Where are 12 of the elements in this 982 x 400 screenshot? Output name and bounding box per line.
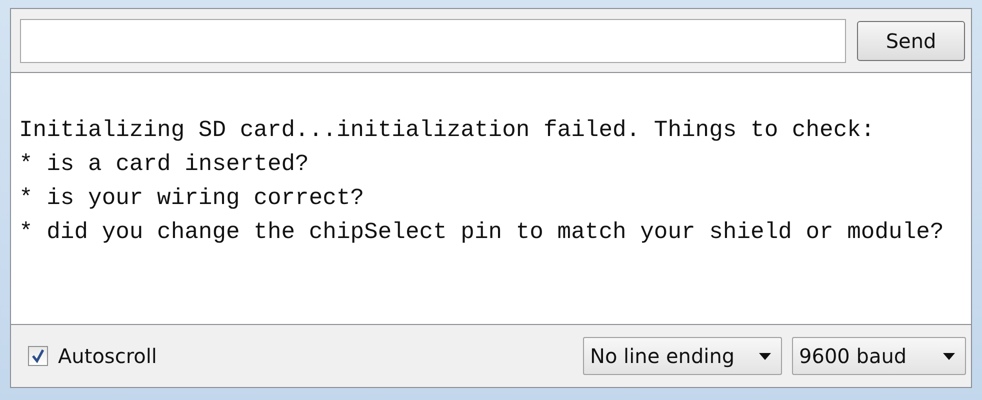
caret-icon	[943, 352, 955, 360]
output-line: * is a card inserted?	[19, 150, 310, 179]
caret-icon	[759, 352, 771, 360]
baud-rate-dropdown[interactable]: 9600 baud	[792, 337, 966, 375]
output-line: * is your wiring correct?	[19, 184, 366, 213]
output-line: Initializing SD card...initialization failed. Things to check:	[19, 116, 876, 145]
autoscroll-label: Autoscroll	[58, 344, 157, 368]
input-field[interactable]	[20, 19, 846, 63]
line-ending-dropdown[interactable]: No line ending	[583, 337, 782, 375]
output-line: * did you change the chipSelect pin to match your shield or module?	[19, 218, 945, 247]
send-button[interactable]: Send	[857, 21, 965, 61]
autoscroll-checkbox[interactable]	[28, 346, 48, 366]
